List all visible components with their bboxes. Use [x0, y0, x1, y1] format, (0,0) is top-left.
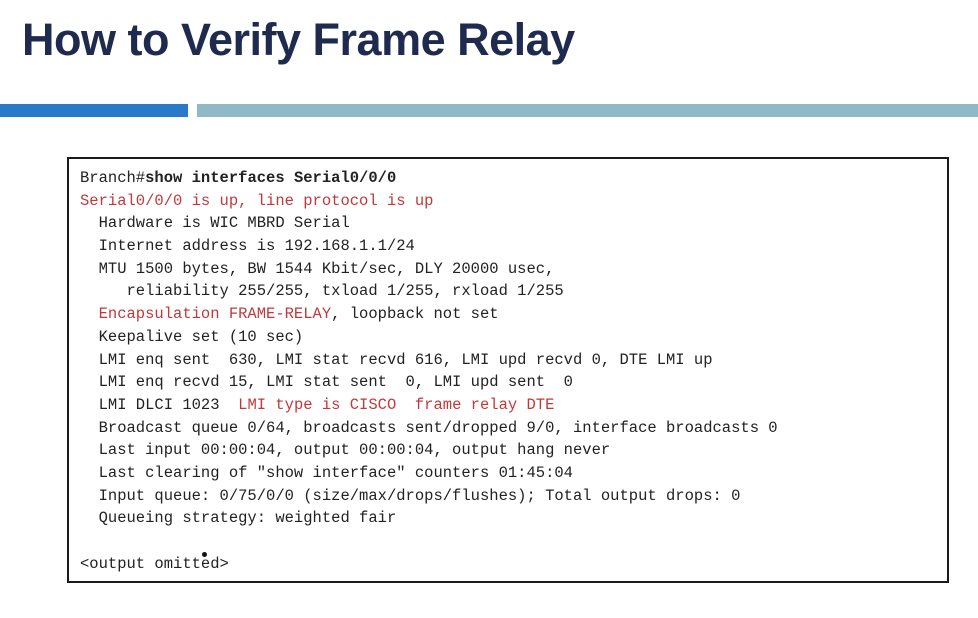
- cli-command: show interfaces Serial0/0/0: [145, 169, 397, 187]
- encapsulation-line: Encapsulation FRAME-RELAY, loopback not …: [80, 303, 778, 326]
- mtu-line: MTU 1500 bytes, BW 1544 Kbit/sec, DLY 20…: [80, 259, 555, 278]
- lmi-recvd-line: LMI enq recvd 15, LMI stat sent 0, LMI u…: [80, 373, 573, 392]
- queueing-line: Queueing strategy: weighted fair: [80, 509, 397, 528]
- title-underline-bar: [197, 104, 978, 117]
- encapsulation-rest: , loopback not set: [331, 305, 499, 324]
- interface-status-line: Serial0/0/0 is up, line protocol is up: [80, 191, 434, 210]
- hardware-line: Hardware is WIC MBRD Serial: [80, 214, 350, 233]
- reliability-line: reliability 255/255, txload 1/255, rxloa…: [80, 282, 564, 301]
- lmi-dlci-line: LMI DLCI 1023 LMI type is CISCO frame re…: [80, 394, 778, 417]
- slide-title: How to Verify Frame Relay: [22, 14, 575, 65]
- terminal-output-box: Branch#show interfaces Serial0/0/0 Serial…: [67, 157, 949, 583]
- cli-prompt: Branch#: [80, 169, 146, 187]
- title-underline-accent: [0, 104, 188, 117]
- command-line: Branch#show interfaces Serial0/0/0: [80, 167, 778, 190]
- lmi-dlci-text: LMI DLCI 1023: [80, 395, 239, 414]
- lmi-type-highlight: LMI type is CISCO frame relay DTE: [238, 395, 555, 414]
- encapsulation-highlight: Encapsulation FRAME-RELAY: [80, 305, 332, 324]
- broadcast-line: Broadcast queue 0/64, broadcasts sent/dr…: [80, 418, 778, 437]
- mouse-cursor-dot: [202, 552, 207, 557]
- internet-address-line: Internet address is 192.168.1.1/24: [80, 237, 415, 256]
- last-input-line: Last input 00:00:04, output 00:00:04, ou…: [80, 441, 611, 460]
- lmi-sent-line: LMI enq sent 630, LMI stat recvd 616, LM…: [80, 350, 713, 369]
- keepalive-line: Keepalive set (10 sec): [80, 327, 304, 346]
- input-queue-line: Input queue: 0/75/0/0 (size/max/drops/fl…: [80, 486, 741, 505]
- output-omitted-line: <output omitted>: [80, 554, 229, 573]
- terminal-text: Branch#show interfaces Serial0/0/0 Serial…: [80, 167, 778, 575]
- last-clearing-line: Last clearing of "show interface" counte…: [80, 463, 573, 482]
